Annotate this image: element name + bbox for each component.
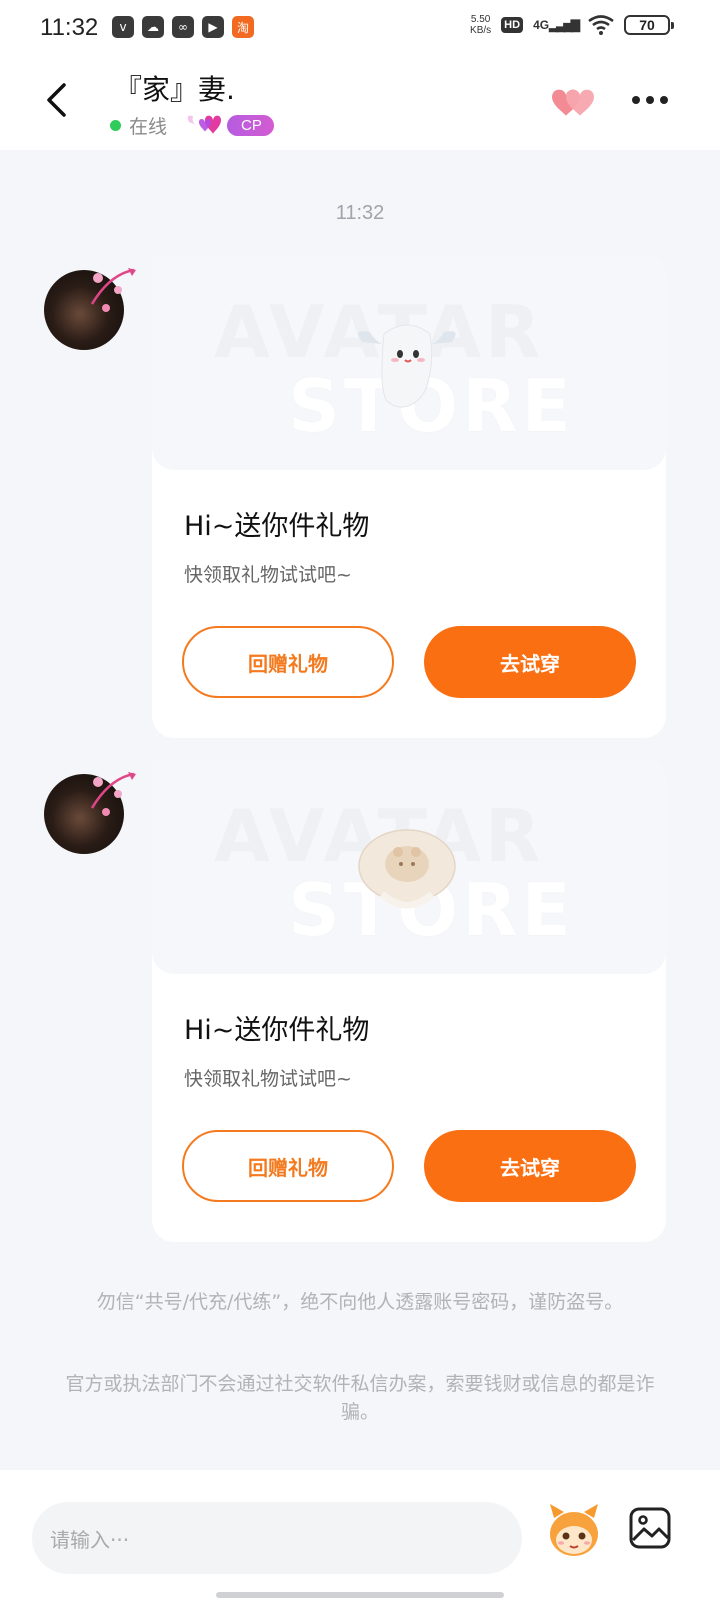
wifi-icon [588,15,614,35]
cloud-icon: ☁ [142,16,164,38]
chevron-left-icon [47,83,66,117]
return-gift-button[interactable]: 回赠礼物 [182,626,394,698]
pacifier-icon [358,829,456,909]
online-dot-icon [110,119,121,131]
net-speed-unit: KB/s [470,25,492,36]
status-time: 11:32 [40,14,99,41]
image-icon[interactable] [628,1506,672,1550]
taobao-icon: 淘 [232,16,254,38]
back-button[interactable] [36,78,76,122]
cupid-bow-icon [90,772,136,816]
hd-icon: HD [501,17,524,33]
chat-header: 『家』妻. 在线 CP [0,56,720,150]
net-speed-value: 5.50 [470,14,491,25]
cp-label: CP [227,114,274,136]
link-icon: ∞ [172,16,194,38]
cp-badge[interactable]: CP [185,110,274,140]
chat-timestamp: 11:32 [335,202,385,224]
safety-notice: 官方或执法部门不会通过社交软件私信办案，索要钱财或信息的都是诈骗。 [65,1373,655,1423]
avatar[interactable] [44,772,136,854]
double-heart-icon[interactable] [548,84,598,120]
try-on-button[interactable]: 去试穿 [424,1130,636,1202]
notification-icons: v ☁ ∞ ▶ 淘 [112,16,254,38]
network-type: 4G [533,18,550,32]
battery-icon: 70 [624,15,674,35]
cupid-bow-icon [90,268,136,312]
system-indicators: 5.50 KB/s HD 4G▂▃▅▇ 70 [470,14,674,36]
online-status: 在线 [129,115,168,138]
more-dot-icon [660,96,668,104]
gift-card: AVATAR STORE Hi~送你件礼物 快领取礼物试试吧~ 回赠礼物 去试穿 [152,760,666,1242]
ghost-icon [358,324,456,408]
more-dot-icon [632,96,640,104]
safety-notice: 勿信“共号/代充/代练”，绝不向他人透露账号密码，谨防盗号。 [96,1291,624,1313]
gift-title: Hi~送你件礼物 [184,1015,370,1046]
contact-status: 在线 CP [110,110,274,140]
gift-banner: AVATAR STORE [152,256,666,470]
net-speed: 5.50 KB/s [470,14,491,36]
return-gift-button[interactable]: 回赠礼物 [182,1130,394,1202]
contact-name: 『家』妻. [114,73,235,106]
try-on-button[interactable]: 去试穿 [424,626,636,698]
home-indicator[interactable] [216,1592,504,1598]
status-bar: 11:32 v ☁ ∞ ▶ 淘 5.50 KB/s HD 4G▂▃▅▇ 70 [0,0,720,56]
avatar[interactable] [44,268,136,350]
signal-icon: 4G▂▃▅▇ [533,18,580,32]
play-icon: ▶ [202,16,224,38]
gift-subtitle: 快领取礼物试试吧~ [184,564,352,586]
gift-subtitle: 快领取礼物试试吧~ [184,1068,352,1090]
mascot-emoji-icon[interactable] [544,1500,604,1560]
more-dot-icon [646,96,654,104]
gift-banner: AVATAR STORE [152,760,666,974]
message-input[interactable]: 请输入··· [32,1502,522,1574]
more-options-button[interactable] [632,96,668,104]
gift-title: Hi~送你件礼物 [184,511,370,542]
vivo-icon: v [112,16,134,38]
input-bar: 请输入··· [0,1470,720,1600]
gift-card: AVATAR STORE Hi~送你件礼物 快领取礼物试试吧~ 回赠礼物 去试穿 [152,256,666,738]
